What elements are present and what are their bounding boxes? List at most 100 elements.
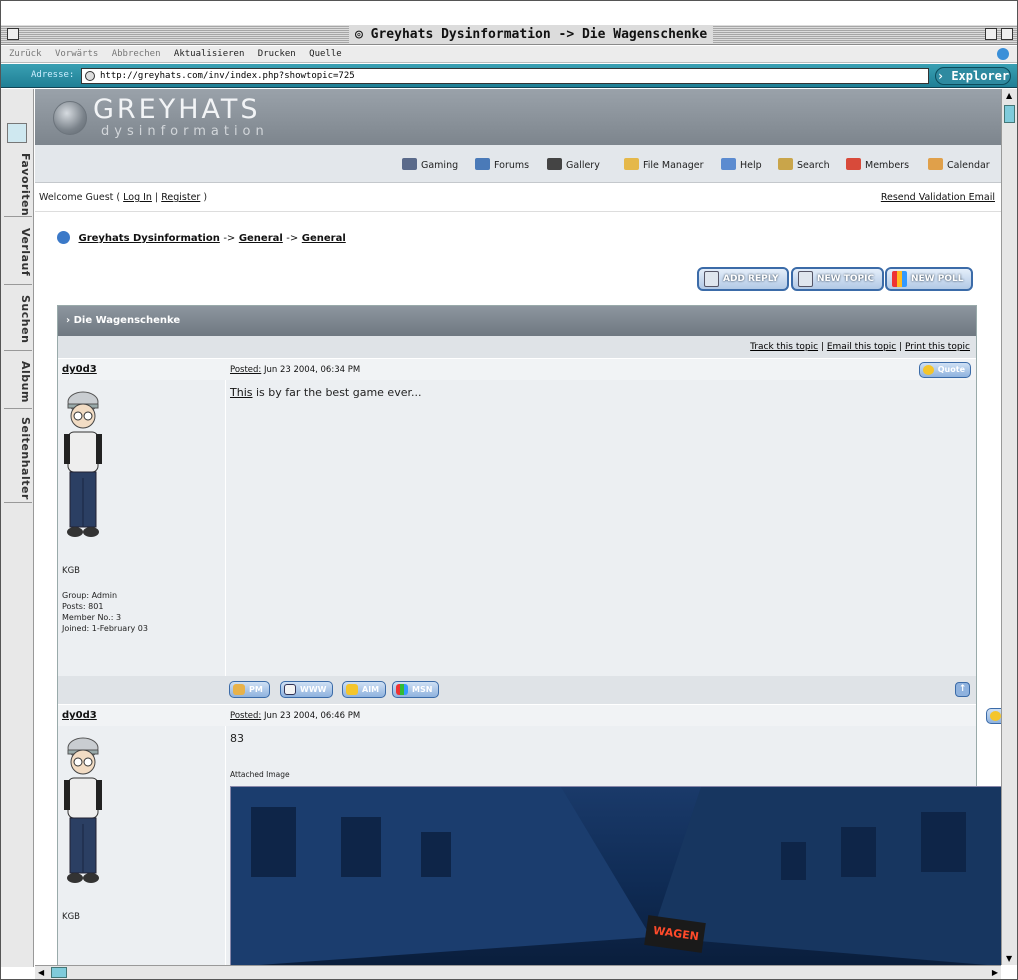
nav-calendar[interactable]: Calendar <box>928 158 990 171</box>
side-tab-album[interactable]: Album <box>4 355 32 409</box>
site-navbar: Gaming Forums Gallery File Manager Help … <box>35 145 1001 183</box>
vertical-scroll-thumb[interactable] <box>1004 105 1015 123</box>
home-icon <box>284 684 296 695</box>
address-input[interactable]: http://greyhats.com/inv/index.php?showto… <box>81 68 929 84</box>
window-title: ◎ Greyhats Dysinformation -> Die Wagensc… <box>349 26 714 44</box>
logo-icon <box>53 101 87 135</box>
member-title: KGB <box>62 912 80 922</box>
breadcrumb-general-1[interactable]: General <box>239 233 283 244</box>
post-date: Posted: Jun 23 2004, 06:46 PM <box>230 711 361 721</box>
welcome-divider: | <box>154 192 159 203</box>
welcome-suffix: ) <box>203 192 208 203</box>
welcome-prefix: Welcome Guest ( <box>39 192 121 203</box>
topic-title: Die Wagenschenke <box>73 315 181 326</box>
toolbar-back[interactable]: Zurück <box>9 49 42 59</box>
toolbar-refresh[interactable]: Aktualisieren <box>174 49 244 59</box>
scroll-right-arrow-icon[interactable]: ▶ <box>992 968 998 977</box>
side-tab-history[interactable]: Verlauf <box>4 221 32 285</box>
www-button[interactable]: WWW <box>280 681 334 698</box>
toolbar-stop[interactable]: Abbrechen <box>112 49 161 59</box>
horizontal-scroll-thumb[interactable] <box>51 967 67 978</box>
sidebar-toggle-icon[interactable] <box>7 123 27 143</box>
nav-help[interactable]: Help <box>721 158 762 171</box>
pm-button[interactable]: PM <box>229 681 270 698</box>
email-topic-link[interactable]: Email this topic <box>827 342 896 352</box>
topic-options-divider: | <box>820 342 824 352</box>
avatar <box>64 737 102 883</box>
new-topic-button[interactable]: NEW TOPIC <box>791 267 885 291</box>
collapse-box-icon[interactable] <box>1001 28 1013 40</box>
topic-options-divider: | <box>899 342 903 352</box>
quote-icon <box>990 711 1001 721</box>
nav-forums[interactable]: Forums <box>475 158 529 171</box>
forum-icon <box>475 158 490 170</box>
nav-file-manager[interactable]: File Manager <box>624 158 704 171</box>
print-topic-link[interactable]: Print this topic <box>905 342 970 352</box>
search-icon <box>778 158 793 170</box>
member-number: Member No.: 3 <box>62 613 122 622</box>
aim-button[interactable]: AIM <box>342 681 387 698</box>
register-link[interactable]: Register <box>161 192 200 203</box>
calendar-icon <box>928 158 943 170</box>
post-author-panel: KGB <box>58 726 226 965</box>
side-tab-scrapbook[interactable]: Seitenhalter <box>4 413 32 503</box>
post-content: 83 Attached Image WAGEN <box>227 726 1001 965</box>
zoom-box-icon[interactable] <box>985 28 997 40</box>
add-reply-button[interactable]: ADD REPLY <box>697 267 789 291</box>
pm-icon <box>233 684 245 695</box>
post-body: KGB 83 Attached Image WAGEN <box>58 726 1001 965</box>
msn-button[interactable]: MSN <box>392 681 440 698</box>
street-scene-image: WAGEN <box>231 787 1001 965</box>
post-header: dy0d3 Posted: Jun 23 2004, 06:34 PM Quot… <box>58 358 976 380</box>
breadcrumb-root[interactable]: Greyhats Dysinformation <box>78 233 219 244</box>
quote-button[interactable] <box>986 708 1001 724</box>
member-group: Group: Admin <box>62 591 118 600</box>
member-title: KGB <box>62 566 80 576</box>
breadcrumb-sep: -> <box>286 233 299 244</box>
post-author[interactable]: dy0d3 <box>62 710 97 721</box>
member-joined: Joined: 1-February 03 <box>62 624 148 633</box>
post-header: dy0d3 Posted: Jun 23 2004, 06:46 PM <box>58 704 1001 726</box>
member-posts: Posts: 801 <box>62 602 104 611</box>
post-author[interactable]: dy0d3 <box>62 364 97 375</box>
avatar <box>64 391 102 537</box>
toolbar-source[interactable]: Quelle <box>309 49 342 59</box>
scroll-left-arrow-icon[interactable]: ◀ <box>38 968 44 977</box>
track-topic-link[interactable]: Track this topic <box>750 342 818 352</box>
nav-gaming[interactable]: Gaming <box>402 158 458 171</box>
nav-search[interactable]: Search <box>778 158 830 171</box>
new-poll-button[interactable]: NEW POLL <box>885 267 974 291</box>
explorer-button[interactable]: › Explorer <box>935 67 1011 85</box>
toolbar-forward[interactable]: Vorwärts <box>55 49 98 59</box>
title-bar[interactable]: ◎ Greyhats Dysinformation -> Die Wagensc… <box>1 25 1017 45</box>
nav-gallery[interactable]: Gallery <box>547 158 600 171</box>
close-box-icon[interactable] <box>7 28 19 40</box>
attached-image[interactable]: WAGEN <box>230 786 1001 965</box>
side-tab-search[interactable]: Suchen <box>4 289 32 351</box>
page-viewport: GREYHATS dysinformation Gaming Forums Ga… <box>35 89 1001 965</box>
post-text: 83 <box>230 732 244 745</box>
scroll-up-arrow-icon[interactable]: ▲ <box>1006 91 1012 100</box>
help-icon <box>721 158 736 170</box>
post-text-link[interactable]: This <box>230 386 252 399</box>
breadcrumb: Greyhats Dysinformation -> General -> Ge… <box>57 231 346 244</box>
nav-members[interactable]: Members <box>846 158 909 171</box>
post-body: KGB Group: Admin Posts: 801 Member No.: … <box>58 380 976 676</box>
url-page-icon <box>85 71 95 81</box>
vertical-scrollbar[interactable]: ▲ ▼ <box>1001 89 1017 965</box>
camera-icon <box>547 158 562 170</box>
attached-image-label: Attached Image <box>230 770 290 779</box>
toolbar-print[interactable]: Drucken <box>258 49 296 59</box>
back-to-top-icon[interactable]: ↑ <box>955 682 970 697</box>
reply-icon <box>704 271 719 287</box>
address-bar: Adresse: http://greyhats.com/inv/index.p… <box>1 64 1017 88</box>
resend-validation-link[interactable]: Resend Validation Email <box>881 192 995 203</box>
breadcrumb-general-2[interactable]: General <box>302 233 346 244</box>
controller-icon <box>402 158 417 170</box>
side-tab-favorites[interactable]: Favoriten <box>4 149 32 217</box>
horizontal-scrollbar[interactable]: ◀ ▶ <box>35 965 1001 979</box>
quote-button[interactable]: Quote <box>918 362 971 378</box>
logo-title[interactable]: GREYHATS <box>93 94 261 125</box>
login-link[interactable]: Log In <box>123 192 152 203</box>
scroll-down-arrow-icon[interactable]: ▼ <box>1006 954 1012 963</box>
